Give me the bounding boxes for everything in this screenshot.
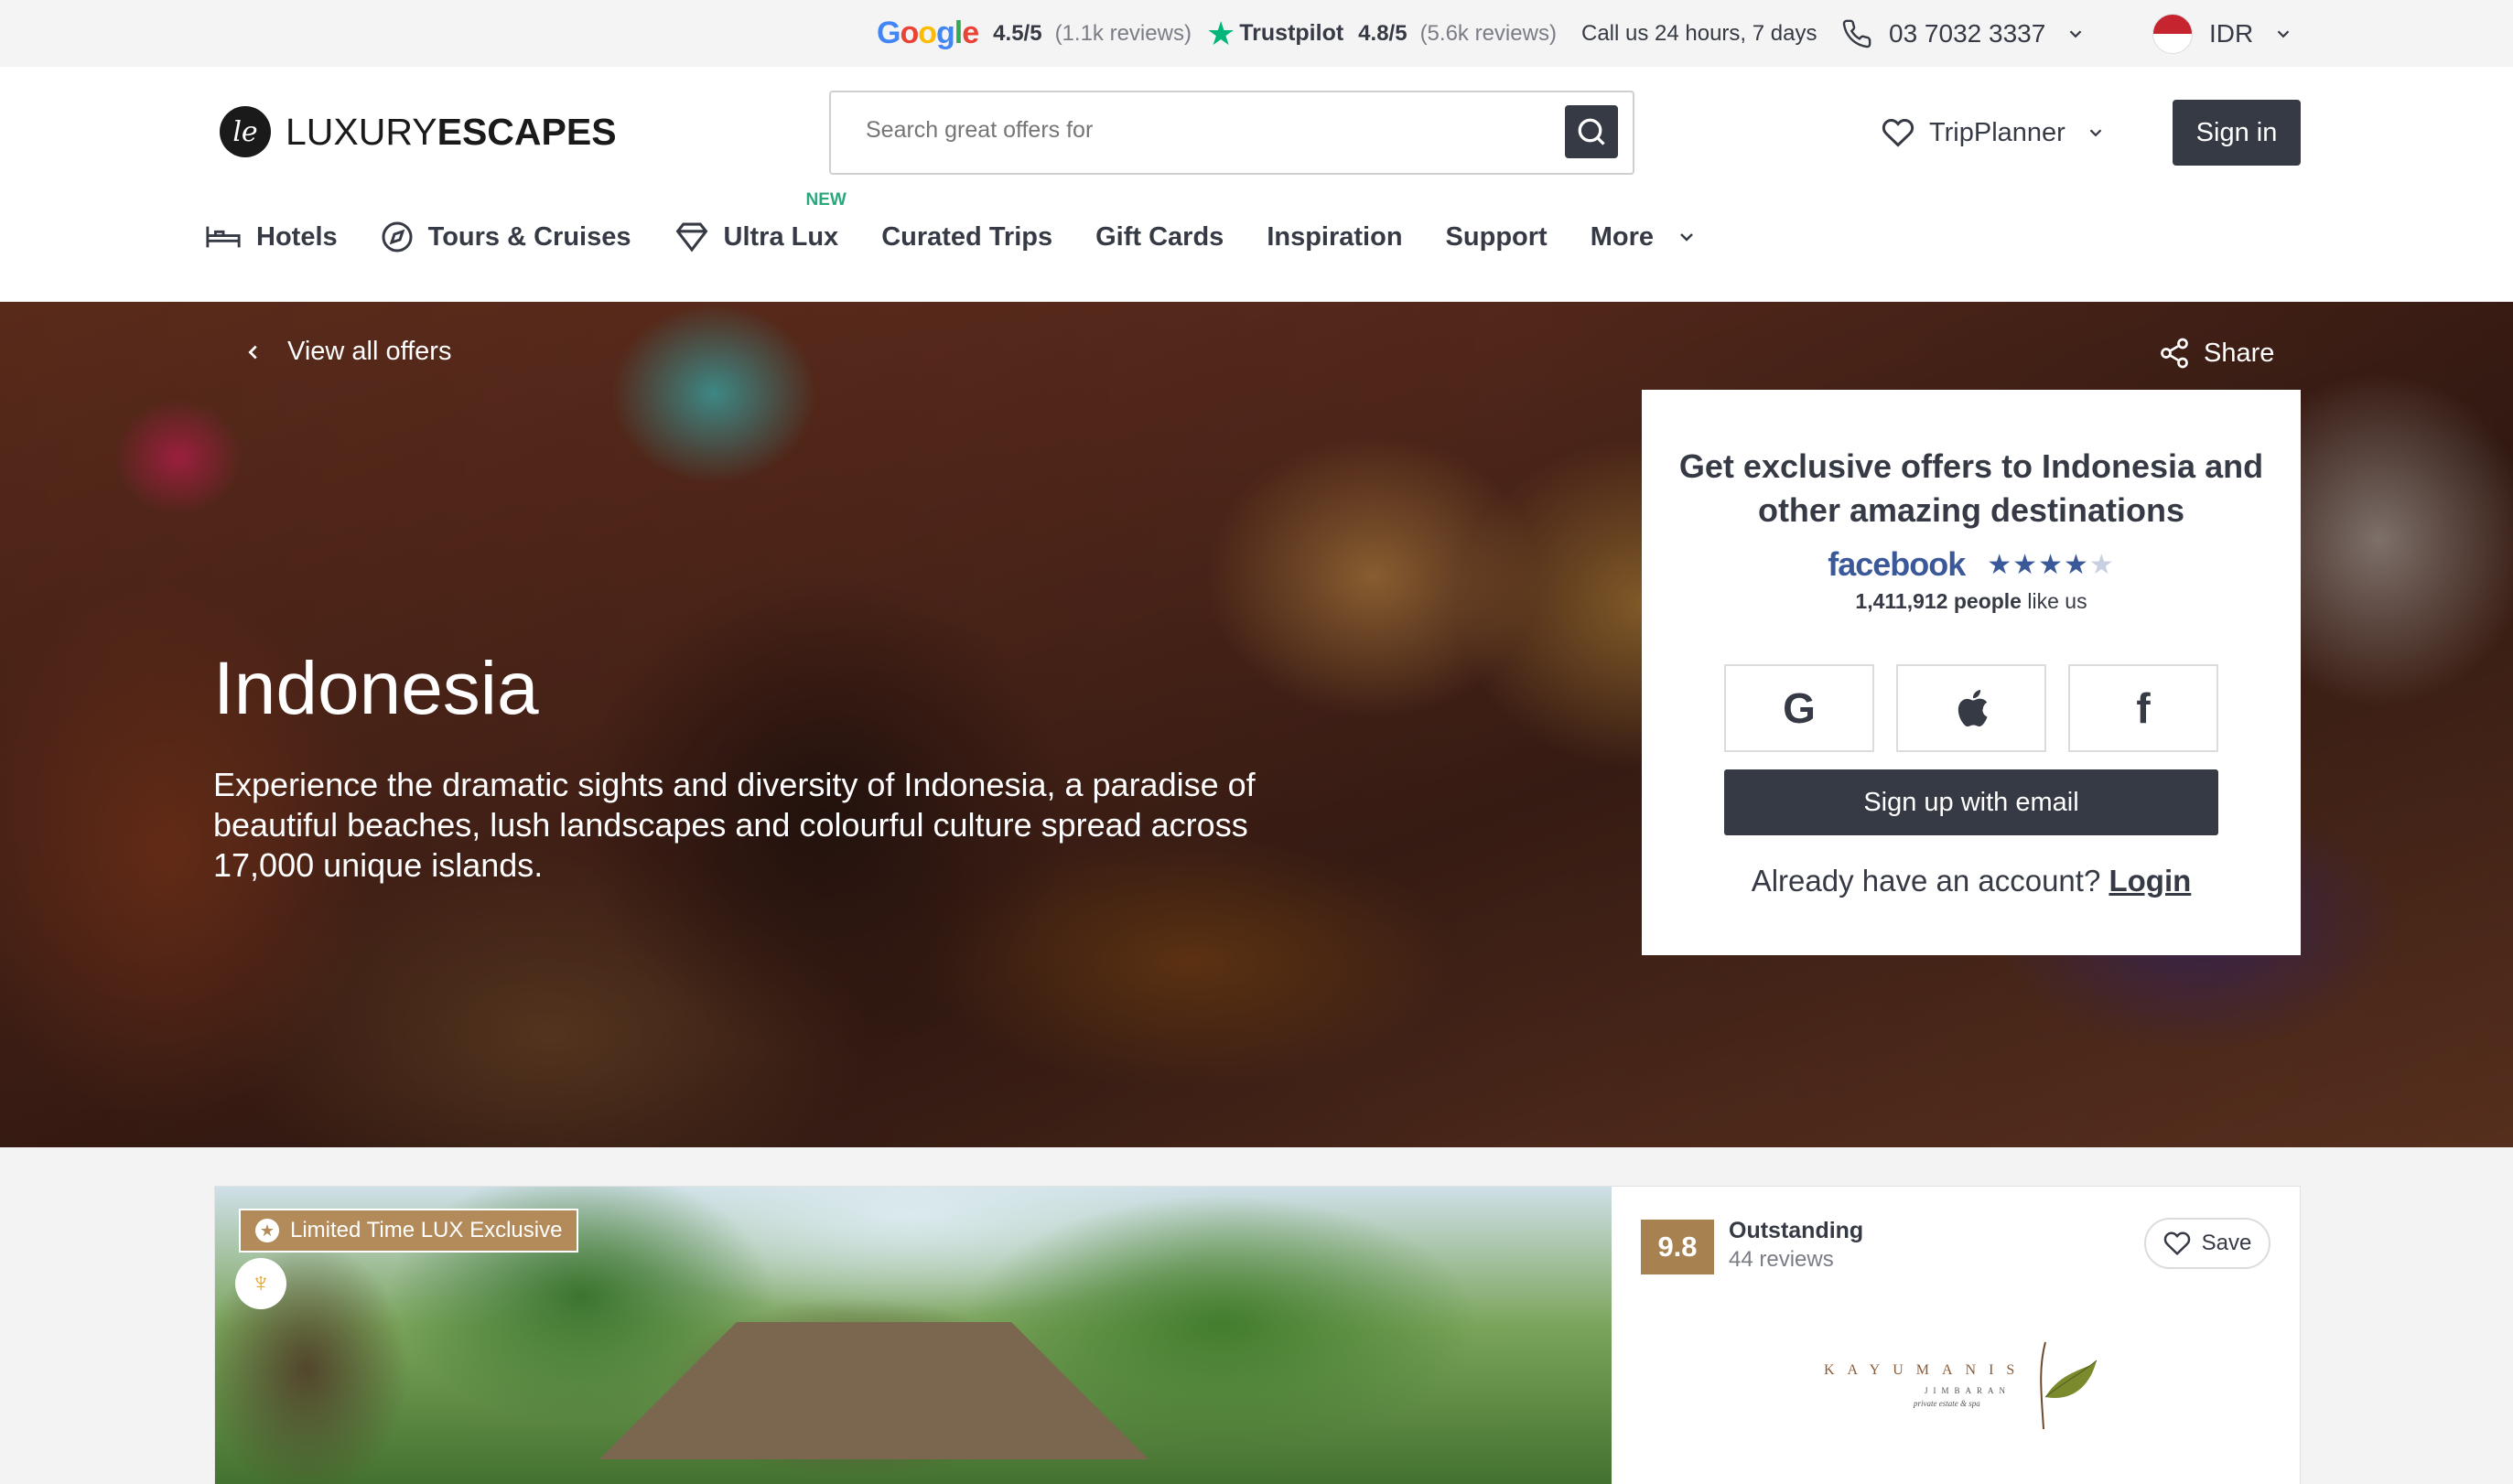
- nav-item-inspiration[interactable]: Inspiration: [1267, 222, 1402, 253]
- nav-item-hotels[interactable]: Hotels: [205, 222, 338, 253]
- view-all-offers-link[interactable]: View all offers: [243, 337, 451, 367]
- trustpilot-review-count: (5.6k reviews): [1419, 20, 1557, 46]
- search-box[interactable]: [829, 91, 1634, 175]
- nav-label: More: [1590, 221, 1654, 252]
- hero-title: Indonesia: [213, 647, 539, 730]
- chevron-left-icon: [243, 342, 264, 362]
- heart-icon: [2163, 1230, 2191, 1257]
- new-badge: NEW: [805, 190, 847, 210]
- main-nav: Hotels Tours & Cruises NEW Ultra Lux Cur…: [205, 190, 1741, 270]
- chevron-down-icon: [2086, 123, 2106, 143]
- google-logo-icon: Google: [877, 16, 979, 50]
- facebook-icon: f: [2136, 684, 2151, 732]
- nav-item-tours-cruises[interactable]: Tours & Cruises: [381, 220, 631, 253]
- google-signup-button[interactable]: G: [1724, 664, 1874, 752]
- apple-signup-button[interactable]: [1896, 664, 2046, 752]
- facebook-logo: facebook: [1828, 545, 1966, 583]
- review-count[interactable]: 44 reviews: [1729, 1247, 1834, 1273]
- compass-icon: [381, 220, 414, 253]
- google-rating[interactable]: Google 4.5/5 (1.1k reviews): [877, 0, 1192, 67]
- trustpilot-rating[interactable]: ★ Trustpilot 4.8/5 (5.6k reviews): [1206, 0, 1557, 67]
- logo-mark-icon: le: [220, 106, 271, 157]
- leaf-icon: [2040, 1341, 2098, 1430]
- currency-selector[interactable]: IDR: [2152, 0, 2293, 67]
- nav-item-curated-trips[interactable]: Curated Trips: [881, 222, 1052, 253]
- rating-stars-icon: ★★★★★: [1987, 549, 2115, 580]
- star-icon: ★: [255, 1219, 279, 1242]
- login-prompt: Already have an account? Login: [1751, 864, 2192, 898]
- email-signup-button[interactable]: Sign up with email: [1724, 769, 2218, 835]
- chevron-down-icon: [2065, 24, 2086, 44]
- signup-card: Get exclusive offers to Indonesia and ot…: [1642, 390, 2301, 955]
- sign-in-button[interactable]: Sign in: [2173, 100, 2301, 166]
- offer-card[interactable]: ★ Limited Time LUX Exclusive ♆ 9.8 Outst…: [214, 1186, 2301, 1484]
- nav-item-more[interactable]: More: [1591, 222, 1698, 253]
- site-header: le LUXURYESCAPES TripPlanner Sign in Hot…: [0, 67, 2513, 302]
- search-icon: [1575, 115, 1608, 148]
- share-button[interactable]: Share: [2158, 337, 2274, 370]
- call-us-text: Call us 24 hours, 7 days: [1581, 20, 1817, 46]
- review-score: 9.8: [1641, 1220, 1714, 1274]
- villa-roof-shape: [599, 1322, 1149, 1459]
- chevron-down-icon: [2273, 24, 2293, 44]
- nav-label: Curated Trips: [881, 221, 1053, 252]
- search-input[interactable]: [866, 117, 1506, 144]
- phone-icon: [1841, 18, 1872, 49]
- signup-title: Get exclusive offers to Indonesia and ot…: [1678, 447, 2264, 529]
- share-icon: [2158, 337, 2191, 370]
- nav-label: Tours & Cruises: [427, 221, 631, 252]
- view-all-label: View all offers: [287, 337, 452, 366]
- google-rating-value: 4.5/5: [993, 20, 1042, 46]
- nav-item-gift-cards[interactable]: Gift Cards: [1095, 222, 1224, 253]
- lux-exclusive-badge: ★ Limited Time LUX Exclusive: [239, 1209, 579, 1253]
- hero-description: Experience the dramatic sights and diver…: [213, 766, 1256, 884]
- hero-banner: View all offers Share Indonesia Experien…: [0, 302, 2513, 1147]
- search-button[interactable]: [1565, 105, 1618, 158]
- property-logo: KAYUMANIS JIMBARAN private estate & spa: [1824, 1324, 2098, 1434]
- nav-label: Gift Cards: [1095, 221, 1224, 252]
- nav-item-support[interactable]: Support: [1446, 222, 1548, 253]
- nav-label: Hotels: [256, 221, 338, 252]
- phone-dropdown[interactable]: 03 7032 3337: [1841, 0, 2086, 67]
- indonesia-flag-icon: [2152, 13, 2193, 54]
- offer-image[interactable]: ★ Limited Time LUX Exclusive ♆: [215, 1187, 1612, 1484]
- review-rating-label: Outstanding: [1729, 1218, 1864, 1243]
- chevron-down-icon: [1676, 226, 1698, 248]
- airline-partner-icon: ♆: [235, 1258, 286, 1309]
- facebook-signup-button[interactable]: f: [2068, 664, 2218, 752]
- save-button[interactable]: Save: [2144, 1218, 2270, 1269]
- apple-icon: [1953, 688, 1990, 728]
- bed-icon: [205, 222, 242, 252]
- trustpilot-logo: Trustpilot: [1239, 20, 1344, 46]
- trustpilot-star-icon: ★: [1206, 14, 1236, 52]
- trustpilot-rating-value: 4.8/5: [1358, 20, 1407, 46]
- save-label: Save: [2201, 1231, 2252, 1255]
- share-label: Share: [2204, 338, 2275, 368]
- heart-icon: [1882, 116, 1914, 149]
- nav-item-ultra-lux[interactable]: NEW Ultra Lux: [674, 190, 847, 253]
- nav-label: Inspiration: [1267, 221, 1403, 252]
- logo-wordmark: LUXURYESCAPES: [286, 110, 617, 153]
- facebook-likes: 1,411,912 people like us: [1855, 589, 2087, 613]
- diamond-icon: [674, 221, 709, 253]
- login-link[interactable]: Login: [2109, 864, 2191, 898]
- google-icon: G: [1783, 684, 1816, 732]
- phone-number: 03 7032 3337: [1889, 18, 2046, 48]
- nav-label: Ultra Lux: [723, 221, 839, 252]
- tripplanner-label: TripPlanner: [1929, 117, 2065, 147]
- nav-label: Support: [1445, 221, 1548, 252]
- tripplanner-menu[interactable]: TripPlanner: [1882, 107, 2106, 158]
- top-info-bar: Google 4.5/5 (1.1k reviews) ★ Trustpilot…: [0, 0, 2513, 67]
- currency-code: IDR: [2209, 18, 2254, 48]
- google-review-count: (1.1k reviews): [1054, 20, 1192, 46]
- site-logo[interactable]: le LUXURYESCAPES: [220, 106, 617, 157]
- facebook-rating: facebook ★★★★★: [1642, 545, 2301, 584]
